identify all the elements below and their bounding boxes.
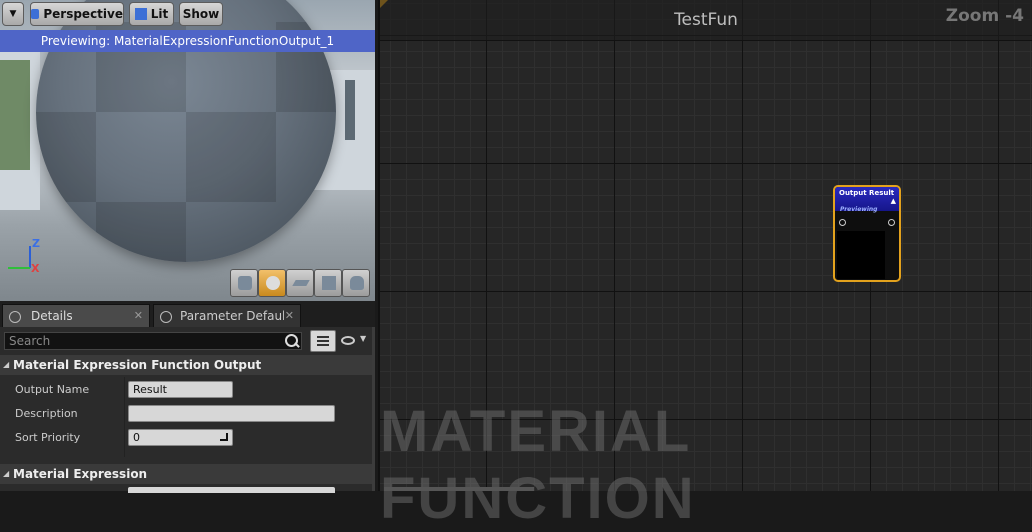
- background-trees: [0, 60, 30, 170]
- perspective-button[interactable]: Perspective: [30, 2, 124, 26]
- collapse-arrow-icon: ◢: [3, 469, 10, 478]
- plane-icon[interactable]: [286, 269, 314, 297]
- preview-shape-toolbar: [230, 269, 370, 297]
- tab-details[interactable]: Details ✕: [2, 304, 150, 327]
- output-name-field[interactable]: Result: [128, 381, 233, 398]
- show-button[interactable]: Show: [179, 2, 223, 26]
- search-row: Search ▼: [0, 329, 375, 353]
- next-property-field[interactable]: [128, 487, 335, 493]
- description-field[interactable]: [128, 405, 335, 422]
- section-material-expression[interactable]: ◢ Material Expression: [0, 464, 372, 484]
- chevron-down-icon: ▼: [9, 9, 17, 19]
- node-preview-thumbnail: [837, 231, 885, 279]
- graph-title: TestFun: [674, 10, 738, 30]
- axis-z-label: Z: [32, 237, 40, 250]
- node-subtitle: Previewing: [840, 206, 878, 213]
- panel-scrollbar[interactable]: [372, 327, 375, 491]
- viewport-options-dropdown[interactable]: ▼: [2, 2, 24, 26]
- material-preview-viewport[interactable]: ▼ Perspective Lit Show Previewing: Mater…: [0, 0, 375, 301]
- axis-x-label: X: [31, 262, 40, 275]
- input-pin[interactable]: [839, 219, 846, 226]
- details-panel: Details ✕ Parameter Defaults ✕ Search ▼ …: [0, 301, 375, 493]
- node-title: Output Result: [839, 189, 895, 197]
- section-material-expression-function-output[interactable]: ◢ Material Expression Function Output: [0, 355, 372, 375]
- collapse-arrow-icon: ◢: [3, 360, 10, 369]
- node-header: Output Result ▲ Previewing: [835, 187, 899, 213]
- property-label-output-name: Output Name: [15, 383, 90, 396]
- cylinder-icon[interactable]: [230, 269, 258, 297]
- list-icon: [317, 336, 329, 346]
- property-label-sort-priority: Sort Priority: [15, 431, 81, 444]
- lit-cube-icon: [134, 8, 147, 20]
- close-icon[interactable]: ✕: [134, 305, 143, 327]
- details-icon: [9, 311, 21, 323]
- graph-title-bar: TestFun Zoom -4: [380, 0, 1032, 41]
- lit-button[interactable]: Lit: [129, 2, 174, 26]
- property-label-description: Description: [15, 407, 78, 420]
- list-view-button[interactable]: [310, 330, 336, 352]
- teapot-icon[interactable]: [342, 269, 370, 297]
- camera-icon: [31, 9, 40, 19]
- graph-horizontal-scrollbar[interactable]: [384, 487, 534, 491]
- collapse-arrow-icon[interactable]: ▲: [891, 197, 896, 205]
- preview-banner: Previewing: MaterialExpressionFunctionOu…: [0, 30, 375, 52]
- zoom-level: Zoom -4: [945, 6, 1024, 26]
- visibility-options-button[interactable]: ▼: [340, 333, 370, 349]
- eye-icon: [341, 336, 355, 345]
- panel-tab-bar: Details ✕ Parameter Defaults ✕: [0, 301, 375, 327]
- search-input[interactable]: Search: [4, 332, 302, 350]
- close-icon[interactable]: ✕: [285, 305, 294, 327]
- background-window: [345, 80, 355, 140]
- chevron-down-icon: ▼: [360, 334, 367, 343]
- output-pin[interactable]: [888, 219, 895, 226]
- cube-icon[interactable]: [314, 269, 342, 297]
- graph-watermark: MATERIAL FUNCTION: [380, 399, 696, 531]
- sphere-icon[interactable]: [258, 269, 286, 297]
- drag-handle-icon[interactable]: [220, 433, 228, 441]
- material-graph-canvas[interactable]: TestFun Zoom -4 Output Result ▲ Previewi…: [378, 0, 1032, 531]
- parameter-icon: [160, 311, 172, 323]
- column-divider[interactable]: [124, 377, 125, 457]
- output-result-node[interactable]: Output Result ▲ Previewing: [833, 185, 901, 282]
- tab-parameter-defaults[interactable]: Parameter Defaults ✕: [153, 304, 301, 327]
- sort-priority-field[interactable]: 0: [128, 429, 233, 446]
